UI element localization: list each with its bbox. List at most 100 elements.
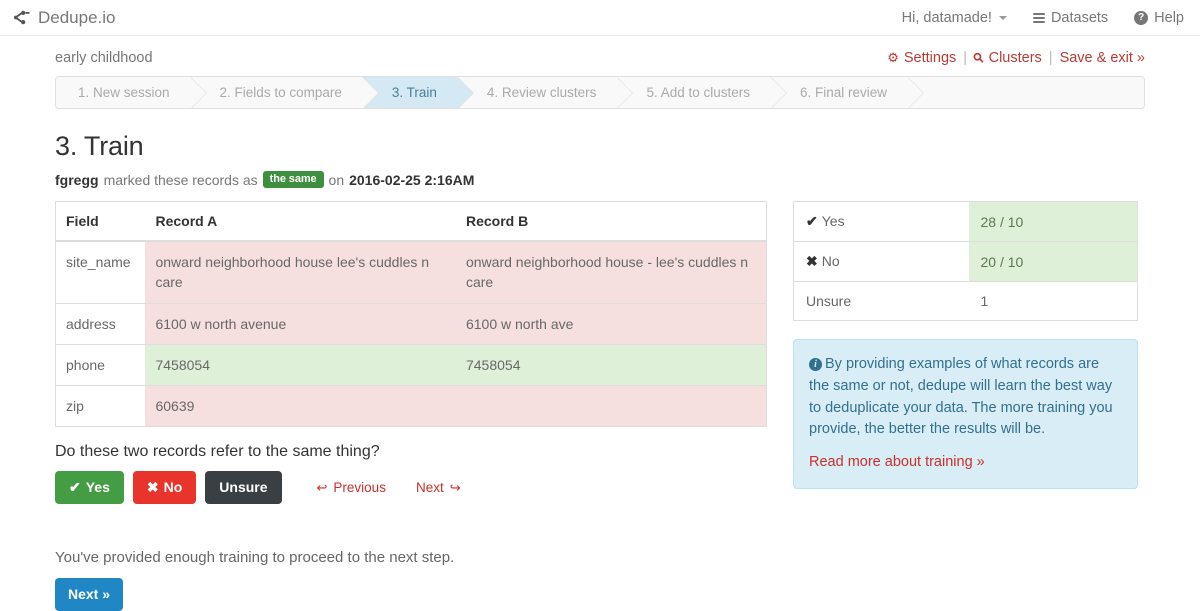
previous-link[interactable]: ↩ Previous <box>317 480 386 496</box>
user-menu-label: Hi, datamade! <box>901 9 992 26</box>
counts-label-no: ✖ No <box>793 241 969 282</box>
cell-field-name: phone <box>55 343 146 386</box>
step-4-review-clusters[interactable]: 4. Review clusters <box>456 77 634 108</box>
table-row: address 6100 w north avenue 6100 w north… <box>55 302 767 345</box>
check-icon: ✔ <box>69 479 81 496</box>
read-more-training-link[interactable]: Read more about training » <box>809 452 1122 474</box>
datasets-label: Datasets <box>1050 9 1109 26</box>
brand-logo[interactable]: Dedupe.io <box>14 8 116 28</box>
page-container: early childhood ⚙ Settings | ⚲ Clusters … <box>55 36 1145 611</box>
sidebar-column: ✔ Yes 28 / 10 ✖ No 20 / 10 Unsure 1 i By… <box>793 201 1138 489</box>
step-4-label: 4. Review clusters <box>486 85 597 100</box>
step-divider-fill <box>189 77 206 108</box>
content-columns: Field Record A Record B site_name onward… <box>55 201 1145 611</box>
info-box-body: By providing examples of what records ar… <box>809 356 1113 438</box>
step-divider-fill <box>361 77 378 108</box>
session-actions: ⚙ Settings | ⚲ Clusters | Save & exit » <box>887 49 1145 66</box>
settings-link[interactable]: ⚙ Settings <box>887 50 956 66</box>
unsure-button-label: Unsure <box>219 479 268 496</box>
record-nav-links: ↩ Previous Next ↪ <box>317 480 461 496</box>
train-question: Do these two records refer to the same t… <box>55 443 380 461</box>
counts-label-unsure: Unsure <box>793 281 969 321</box>
help-link[interactable]: ? Help <box>1134 10 1184 26</box>
counts-row-no: ✖ No 20 / 10 <box>793 241 1138 282</box>
cell-record-a: 7458054 <box>145 343 456 386</box>
col-header-field: Field <box>55 201 146 242</box>
list-icon <box>1032 11 1045 25</box>
counts-no-text: No <box>821 253 840 269</box>
x-icon: ✖ <box>806 253 818 269</box>
sitemap-icon <box>14 10 31 25</box>
marked-timestamp: 2016-02-25 2:16AM <box>349 171 475 188</box>
next-link[interactable]: Next ↪ <box>416 480 461 496</box>
cell-record-b: 6100 w north ave <box>455 302 767 345</box>
user-menu[interactable]: Hi, datamade! <box>902 10 1007 26</box>
yes-button[interactable]: ✔ Yes <box>55 471 124 505</box>
step-5-add-to-clusters[interactable]: 5. Add to clusters <box>616 77 787 108</box>
settings-label: Settings <box>903 50 957 66</box>
cell-record-b <box>455 385 767 427</box>
marked-username: fgregg <box>55 171 99 188</box>
cell-record-a: 60639 <box>145 385 456 427</box>
table-row: site_name onward neighborhood house lee'… <box>55 240 767 304</box>
check-icon: ✔ <box>806 213 818 229</box>
save-exit-link[interactable]: Save & exit » <box>1060 50 1145 66</box>
page-title: 3. Train <box>55 131 144 161</box>
no-button[interactable]: ✖ No <box>132 471 197 505</box>
wizard-stepper: 1. New session 2. Fields to compare 3. T… <box>55 76 1145 109</box>
next-step-button[interactable]: Next » <box>55 578 124 611</box>
counts-label-yes: ✔ Yes <box>793 201 969 242</box>
step-1-new-session[interactable]: 1. New session <box>56 77 207 108</box>
step-divider-fill <box>907 77 924 108</box>
step-2-label: 2. Fields to compare <box>219 85 342 100</box>
previous-label: Previous <box>333 480 386 496</box>
action-separator-1: | <box>963 50 968 66</box>
arrow-undo-icon: ↩ <box>316 479 328 495</box>
step-5-label: 5. Add to clusters <box>646 85 750 100</box>
col-header-record-a: Record A <box>145 201 456 242</box>
unsure-button[interactable]: Unsure <box>205 471 282 505</box>
chevron-down-icon <box>998 15 1007 20</box>
no-button-label: No <box>163 479 183 496</box>
record-compare-table: Field Record A Record B site_name onward… <box>55 201 767 428</box>
cell-record-a: 6100 w north avenue <box>145 302 456 345</box>
training-info-box: i By providing examples of what records a… <box>793 339 1138 489</box>
clusters-label: Clusters <box>988 50 1042 66</box>
enough-training-text: You've provided enough training to proce… <box>55 549 455 567</box>
session-bar: early childhood ⚙ Settings | ⚲ Clusters … <box>55 49 1145 66</box>
step-3-label: 3. Train <box>391 85 437 100</box>
datasets-link[interactable]: Datasets <box>1032 9 1109 26</box>
status-badge: the same <box>262 171 324 188</box>
x-icon: ✖ <box>146 479 159 496</box>
stepper-spacer <box>907 77 1144 108</box>
answer-button-row: ✔ Yes ✖ No Unsure ↩ Previous Next ↪ <box>55 471 767 505</box>
cell-record-a: onward neighborhood house lee's cuddles … <box>145 240 456 304</box>
top-navbar: Dedupe.io Hi, datamade! Datasets ? Help <box>0 0 1200 36</box>
step-2-fields-to-compare[interactable]: 2. Fields to compare <box>189 77 379 108</box>
question-circle-icon: ? <box>1134 10 1149 25</box>
step-1-label: 1. New session <box>78 85 170 100</box>
step-divider-fill <box>616 77 633 108</box>
cell-field-name: address <box>55 302 146 345</box>
table-row: phone 7458054 7458054 <box>55 343 767 386</box>
action-separator-2: | <box>1048 50 1053 66</box>
counts-row-yes: ✔ Yes 28 / 10 <box>793 201 1138 242</box>
help-label: Help <box>1154 9 1184 26</box>
training-counts-table: ✔ Yes 28 / 10 ✖ No 20 / 10 Unsure 1 <box>793 201 1138 321</box>
cell-field-name: zip <box>55 385 146 427</box>
cell-field-name: site_name <box>55 240 146 304</box>
arrow-redo-icon: ↪ <box>449 479 461 495</box>
info-circle-icon: i <box>809 358 822 371</box>
marked-status-line: fgregg marked these records as the same … <box>55 171 1145 188</box>
main-column: Field Record A Record B site_name onward… <box>55 201 767 611</box>
brand-label: Dedupe.io <box>38 7 116 27</box>
session-name: early childhood <box>55 50 153 66</box>
clusters-link[interactable]: ⚲ Clusters <box>970 49 1042 66</box>
step-divider-fill <box>456 77 473 108</box>
marked-text-before: marked these records as <box>103 171 258 188</box>
table-header-row: Field Record A Record B <box>55 201 767 242</box>
cell-record-b: 7458054 <box>455 343 767 386</box>
step-6-final-review[interactable]: 6. Final review <box>770 77 925 108</box>
counts-yes-text: Yes <box>821 213 845 229</box>
counts-row-unsure: Unsure 1 <box>793 281 1138 321</box>
